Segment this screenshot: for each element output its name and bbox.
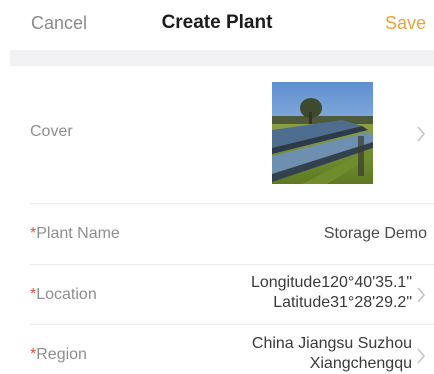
nav-bar: Cancel Create Plant Save	[0, 0, 434, 50]
longitude-text: Longitude120°40'35.1"	[250, 274, 412, 291]
page-title: Create Plant	[161, 12, 273, 33]
region-value: China Jiangsu Suzhou Xiangchengqu	[252, 334, 412, 374]
region-line-2: Xiangchengqu	[309, 355, 412, 372]
chevron-right-icon	[417, 126, 426, 142]
region-line-1: China Jiangsu Suzhou	[251, 335, 412, 352]
save-button[interactable]: Save	[385, 13, 426, 34]
cover-row[interactable]: Cover	[30, 66, 434, 202]
section-gap	[10, 50, 434, 66]
location-value: Longitude120°40'35.1" Latitude31°28'29.2…	[251, 273, 412, 313]
cover-label: Cover	[30, 123, 73, 140]
chevron-right-icon	[417, 348, 426, 364]
cover-image[interactable]	[272, 82, 373, 184]
chevron-right-icon	[417, 287, 426, 303]
latitude-text: Latitude31°28'29.2"	[273, 294, 412, 311]
solar-field-photo	[272, 82, 373, 184]
plant-name-row[interactable]: *Plant Name Storage Demo	[30, 204, 434, 264]
plant-name-value[interactable]: Storage Demo	[324, 224, 427, 244]
location-row[interactable]: *Location Longitude120°40'35.1" Latitude…	[30, 265, 434, 323]
location-label: *Location	[30, 286, 97, 303]
plant-name-label: *Plant Name	[30, 225, 120, 242]
region-row[interactable]: *Region China Jiangsu Suzhou Xiangchengq…	[30, 325, 434, 374]
region-label: *Region	[30, 346, 87, 363]
